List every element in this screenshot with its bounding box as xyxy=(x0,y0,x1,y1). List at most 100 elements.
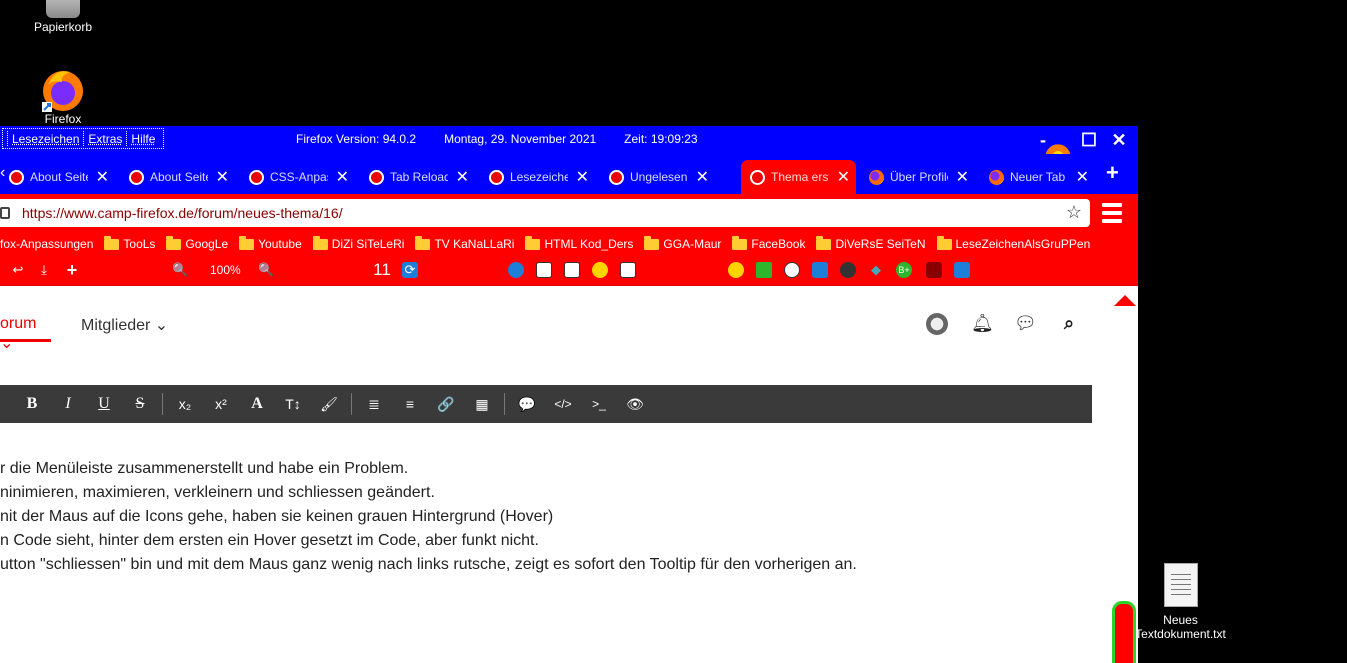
conversations-icon[interactable]: 💬︎ xyxy=(1014,313,1037,335)
badge-icon-2[interactable] xyxy=(954,262,970,278)
bookmark-folder[interactable]: DiVeRsE SeiTeN xyxy=(816,235,926,251)
globe-icon[interactable] xyxy=(508,262,524,278)
underline-button[interactable]: U xyxy=(86,395,122,413)
menu-bookmarks[interactable]: Lesezeichen xyxy=(12,132,79,146)
quote-button[interactable]: 💬 xyxy=(509,396,545,413)
bookmark-folder[interactable]: Youtube xyxy=(239,235,302,251)
bell-icon[interactable]: 🔔︎ xyxy=(971,313,994,335)
notepad-icon[interactable] xyxy=(620,262,636,278)
font-size-button[interactable]: T↕ xyxy=(275,396,311,412)
color-brush-button[interactable]: 🖌 xyxy=(311,396,347,413)
camp-firefox-favicon-icon xyxy=(750,170,765,185)
tab-bookmarks[interactable]: Lesezeichen ✕ xyxy=(480,160,595,194)
desktop-firefox[interactable]: Firefox xyxy=(18,66,108,126)
diamond-icon[interactable]: ◆ xyxy=(868,262,884,278)
url-bar[interactable]: https://www.camp-firefox.de/forum/neues-… xyxy=(0,199,1090,227)
tab-reload[interactable]: Tab Reload ✕ xyxy=(360,160,475,194)
new-tab-button[interactable]: + xyxy=(1106,160,1119,186)
tab-profiles[interactable]: Über Profile ✕ xyxy=(860,160,975,194)
badge-icon-1[interactable] xyxy=(926,262,942,278)
maximize-button[interactable]: ☐ xyxy=(1076,129,1102,151)
tab-about-2[interactable]: About Seiten ✕ xyxy=(120,160,235,194)
page-content: orum ⌄ Mitglieder ⌄ 🔔︎ 💬︎ ⌕ B I U S x₂ x… xyxy=(0,293,1112,663)
hamburger-menu-icon[interactable] xyxy=(1102,203,1122,225)
tab-close-icon[interactable]: ✕ xyxy=(1076,167,1089,187)
nav-forum-link[interactable]: orum ⌄ xyxy=(0,315,36,353)
url-text[interactable]: https://www.camp-firefox.de/forum/neues-… xyxy=(22,205,343,221)
tab-create-topic[interactable]: Thema erstellen ✕ xyxy=(741,160,856,194)
menu-extras[interactable]: Extras xyxy=(88,132,122,146)
zoom-level[interactable]: 100% xyxy=(210,263,241,277)
tab-close-icon[interactable]: ✕ xyxy=(956,167,969,187)
spoiler-button[interactable]: 👁 xyxy=(617,396,653,413)
bookmark-folder[interactable]: HTML Kod_Ders xyxy=(525,235,633,251)
tab-close-icon[interactable]: ✕ xyxy=(336,167,349,187)
bookmark-star-icon[interactable]: ☆ xyxy=(1066,202,1082,223)
add-icon[interactable]: + xyxy=(64,261,80,279)
reload-all-icon[interactable]: ⟳ xyxy=(402,262,418,278)
sun-icon[interactable] xyxy=(592,262,608,278)
bookmark-folder[interactable]: GoogLe xyxy=(166,235,228,251)
folder-icon xyxy=(816,235,832,250)
desktop-text-document[interactable]: Neues Textdokument.txt xyxy=(1133,563,1228,641)
undo-close-tab-icon[interactable]: ↩ xyxy=(10,262,26,278)
tab-unread[interactable]: Ungelesen ✕ xyxy=(600,160,715,194)
code-button[interactable]: </> xyxy=(545,397,581,411)
download-icon[interactable]: ⤓ xyxy=(36,262,52,278)
tab-close-icon[interactable]: ✕ xyxy=(576,167,589,187)
toolbar-separator xyxy=(162,393,163,415)
tab-close-icon[interactable]: ✕ xyxy=(456,167,469,187)
close-button[interactable]: ✕ xyxy=(1106,129,1132,151)
scroll-thumb[interactable] xyxy=(1112,601,1136,663)
search-icon[interactable]: ⌕ xyxy=(1058,313,1080,335)
superscript-button[interactable]: x² xyxy=(203,396,239,412)
scroll-up-arrow-icon[interactable] xyxy=(1114,295,1136,306)
tab-close-icon[interactable]: ✕ xyxy=(837,167,850,187)
page-info-icon[interactable] xyxy=(0,207,10,219)
user-avatar[interactable] xyxy=(926,313,948,335)
strikethrough-button[interactable]: S xyxy=(122,395,158,413)
editor-text-area[interactable]: r die Menüleiste zusammenerstellt und ha… xyxy=(0,457,857,577)
bookmark-item[interactable]: fox-Anpassungen xyxy=(0,237,93,251)
bookmark-folder[interactable]: TooLs xyxy=(104,235,155,251)
tab-title: Tab Reload xyxy=(390,170,448,184)
bookmark-folder[interactable]: GGA-Maur xyxy=(644,235,721,251)
tab-title: About Seiten xyxy=(150,170,208,184)
italic-button[interactable]: I xyxy=(50,395,86,413)
bookmark-folder[interactable]: FaceBook xyxy=(732,235,805,251)
font-button[interactable]: A xyxy=(239,395,275,413)
subscript-button[interactable]: x₂ xyxy=(167,396,203,412)
menu-help[interactable]: Hilfe xyxy=(131,132,155,146)
tab-close-icon[interactable]: ✕ xyxy=(696,167,709,187)
bookmark-folder[interactable]: DiZi SiTeLeRi xyxy=(312,235,404,251)
vertical-scrollbar[interactable] xyxy=(1112,293,1138,663)
tab-close-icon[interactable]: ✕ xyxy=(216,167,229,187)
link-button[interactable]: 🔗 xyxy=(428,396,464,413)
b-plus-icon[interactable]: B+ xyxy=(896,262,912,278)
puzzle-icon[interactable] xyxy=(756,262,772,278)
bookmark-folder[interactable]: LeseZeichenAlsGruPPen xyxy=(936,235,1090,251)
list-button[interactable]: ≣ xyxy=(356,396,392,413)
tab-close-icon[interactable]: ✕ xyxy=(96,167,109,187)
table-button[interactable]: ▦ xyxy=(464,396,500,413)
align-button[interactable]: ≡ xyxy=(392,396,428,412)
tab-css[interactable]: CSS-Anpassungen ✕ xyxy=(240,160,355,194)
target-icon[interactable] xyxy=(784,262,800,278)
zip-icon[interactable] xyxy=(536,262,552,278)
emoji-icon[interactable] xyxy=(728,262,744,278)
inline-code-button[interactable]: >_ xyxy=(581,397,617,411)
zoom-in-icon[interactable]: 🔍 xyxy=(258,262,274,278)
tab-new-tab[interactable]: Neuer Tab ✕ xyxy=(980,160,1095,194)
camp-firefox-favicon-icon xyxy=(9,170,24,185)
bold-button[interactable]: B xyxy=(14,395,50,413)
nav-members-link[interactable]: Mitglieder ⌄ xyxy=(81,315,168,335)
bookmark-folder[interactable]: TV KaNaLLaRi xyxy=(415,235,514,251)
mouse-icon[interactable] xyxy=(840,262,856,278)
zoom-out-icon[interactable]: 🔍 xyxy=(172,262,188,278)
desktop-recycle-bin[interactable]: Papierkorb xyxy=(18,0,108,34)
tab-title: Neuer Tab xyxy=(1010,170,1066,184)
tools-icon[interactable] xyxy=(564,262,580,278)
tab-about-1[interactable]: About Seiten ✕ xyxy=(0,160,115,194)
tab-title: Über Profile xyxy=(890,170,948,184)
save-icon[interactable] xyxy=(812,262,828,278)
